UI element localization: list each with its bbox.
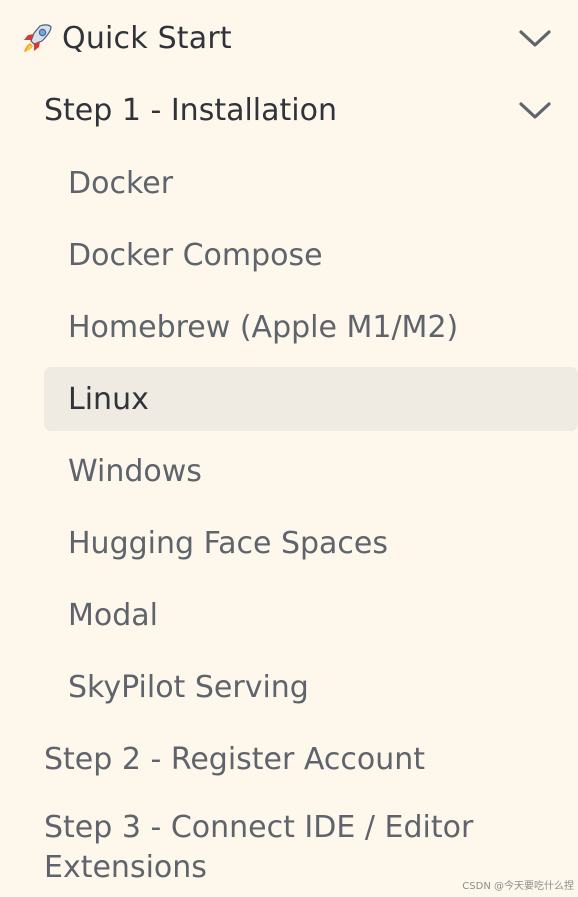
sidebar-item-step-1[interactable]: Step 1 - Installation — [44, 74, 578, 146]
chevron-down-icon[interactable] — [517, 92, 553, 128]
sidebar-section-label: Quick Start — [62, 20, 232, 56]
sidebar-item-docker-compose[interactable]: Docker Compose — [44, 223, 578, 287]
sidebar-item-hugging-face-spaces[interactable]: Hugging Face Spaces — [44, 511, 578, 575]
watermark: CSDN @今天要吃什么捏 — [462, 881, 574, 892]
sidebar-item-linux[interactable]: Linux — [44, 367, 578, 431]
sidebar-item-step-3[interactable]: Step 3 - Connect IDE / Editor Extensions — [44, 808, 564, 888]
rocket-icon — [20, 21, 54, 55]
step-1-label: Step 1 - Installation — [44, 92, 337, 128]
sidebar-item-step-2[interactable]: Step 2 - Register Account — [44, 727, 578, 791]
sidebar-section-quick-start[interactable]: Quick Start — [0, 2, 578, 74]
sidebar-item-docker[interactable]: Docker — [44, 151, 578, 215]
chevron-down-icon[interactable] — [517, 20, 553, 56]
sidebar-item-windows[interactable]: Windows — [44, 439, 578, 503]
sidebar-item-homebrew[interactable]: Homebrew (Apple M1/M2) — [44, 295, 578, 359]
sidebar-item-skypilot-serving[interactable]: SkyPilot Serving — [44, 655, 578, 719]
sidebar-item-modal[interactable]: Modal — [44, 583, 578, 647]
